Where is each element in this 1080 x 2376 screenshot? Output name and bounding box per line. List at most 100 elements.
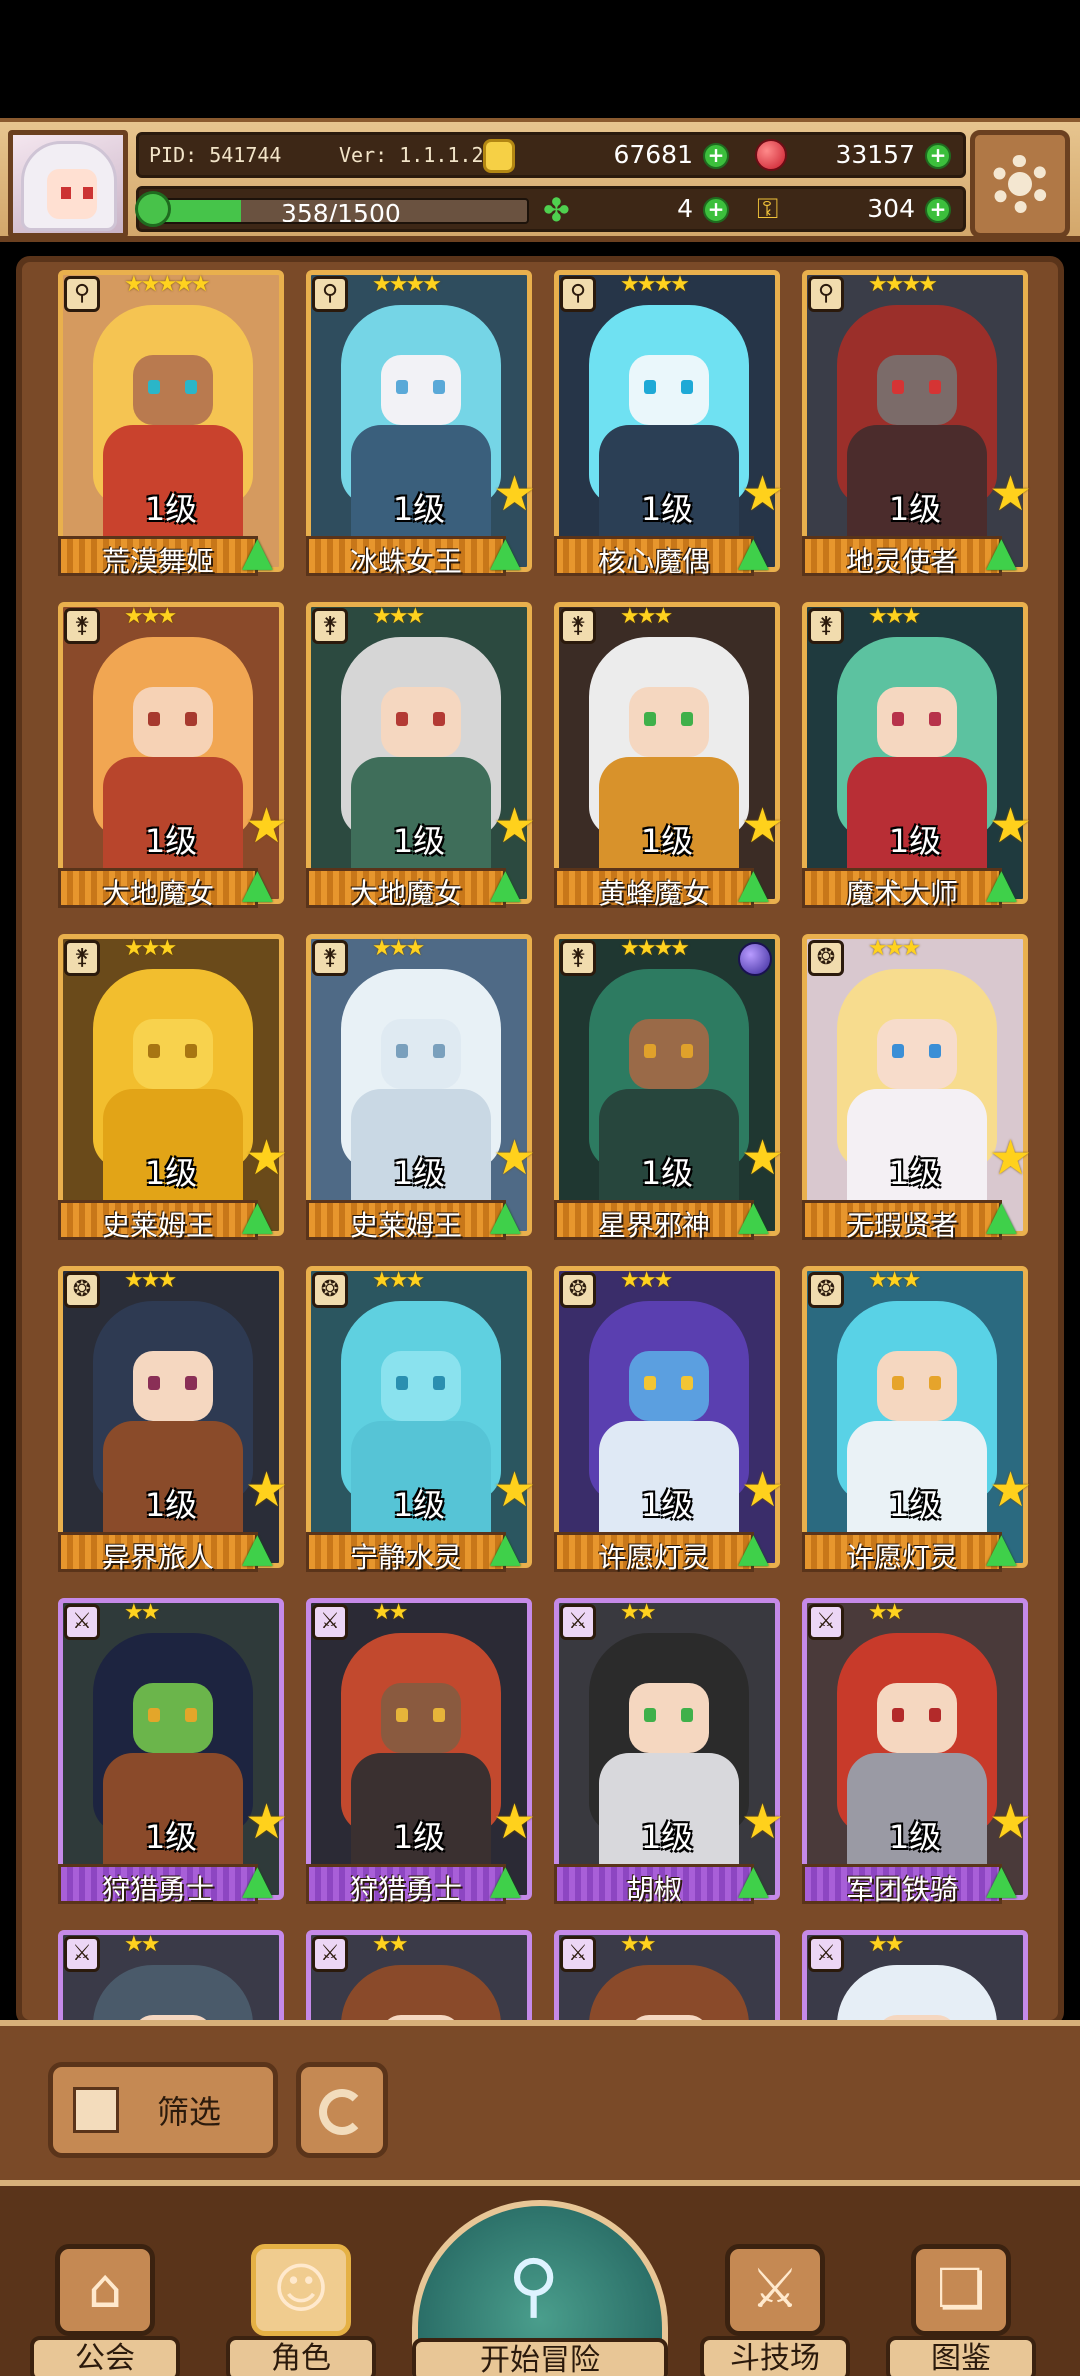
character-card[interactable]: ⚲ ★★★★ 1级 ★ 冰蛛女王 ▲ [306,270,536,580]
star-upgrade-icon: ★ [740,1794,784,1850]
character-card[interactable]: ⚵ ★★★ 1级 ★ 史莱姆王 ▲ [58,934,288,1244]
orb-icon: ❂ [64,1272,100,1308]
character-card[interactable]: ⚔ ★★ [554,1930,780,2020]
character-card[interactable]: ⚲ ★★★★ 1级 ★ 地灵使者 ▲ [802,270,1032,580]
star-upgrade-icon: ★ [492,466,536,522]
nav-character[interactable]: ☺ 角色 [226,2226,376,2376]
nav-guild-label: 公会 [30,2336,180,2376]
star-rating: ★★ [124,1932,160,1957]
character-card[interactable]: ⚔ ★★ 1级 ★ 狩猎勇士 ▲ [306,1598,536,1908]
character-name: 荒漠舞姬 [101,545,214,578]
add-gold-button[interactable]: + [703,143,729,169]
nav-arena[interactable]: ⚔ 斗技场 [700,2226,850,2376]
filter-bar: 筛选 [0,2020,1080,2180]
character-name-bar: 星界邪神 [554,1200,754,1242]
gold-amount: 67681 [613,140,693,169]
top-header: PID: 541744 Ver: 1.1.1.2 67681 + 33157 +… [0,118,1080,242]
player-avatar[interactable] [8,130,128,238]
character-name: 许愿灯灵 [845,1541,958,1574]
character-face-icon: ☺ [251,2244,351,2336]
star-upgrade-icon: ★ [740,466,784,522]
star-rating: ★★ [372,1932,408,1957]
refresh-icon [319,2089,365,2135]
experience-icon [135,191,171,227]
character-name: 狩猎勇士 [101,1873,214,1906]
nav-adventure[interactable]: ⚲ 开始冒险 [412,2200,668,2376]
star-rating: ★★ [620,1600,656,1625]
nav-guild[interactable]: ⌂ 公会 [30,2226,180,2376]
character-name-bar: 大地魔女 [306,868,506,910]
star-rating: ★★★ [372,604,425,629]
star-rating: ★★★★ [372,272,442,297]
character-card[interactable]: ⚔ ★★ 1级 ★ 狩猎勇士 ▲ [58,1598,288,1908]
resource-row-bottom: 358/1500 ✤ 4 + ⚿ 304 + [135,186,966,232]
character-card[interactable]: ❂ ★★★ 1级 ★ 许愿灯灵 ▲ [802,1266,1032,1576]
experience-text: 358/1500 [281,199,401,224]
magnifier-icon: ⚲ [508,2244,560,2326]
settings-button[interactable] [970,130,1070,238]
character-name: 宁静水灵 [349,1541,462,1574]
star-upgrade-icon: ★ [492,1794,536,1850]
wand-icon: ⚵ [560,608,596,644]
character-card[interactable]: ❂ ★★★ 1级 ★ 无瑕贤者 ▲ [802,934,1032,1244]
character-card[interactable]: ❂ ★★★ 1级 ★ 许愿灯灵 ▲ [554,1266,784,1576]
upgrade-arrow-icon: ▲ [738,1193,769,1239]
star-upgrade-icon: ★ [740,1130,784,1186]
upgrade-arrow-icon: ▲ [986,861,1017,907]
filter-label: 筛选 [157,2093,222,2131]
star-upgrade-icon: ★ [740,1462,784,1518]
element-orb-icon [738,942,772,976]
star-upgrade-icon: ★ [988,466,1032,522]
star-upgrade-icon: ★ [244,1794,288,1850]
character-card[interactable]: ⚵ ★★★ 1级 ★ 魔术大师 ▲ [802,602,1032,912]
character-card[interactable]: ⚔ ★★ [802,1930,1028,2020]
staff-icon: ⚲ [312,276,348,312]
character-card[interactable]: ⚲ ★★★★★ 1级 荒漠舞姬 ▲ [58,270,284,580]
filter-button[interactable]: 筛选 [48,2062,278,2158]
character-card[interactable]: ⚵ ★★★ 1级 ★ 史莱姆王 ▲ [306,934,536,1244]
character-name: 黄蜂魔女 [597,877,710,910]
sword-icon: ⚔ [808,1936,844,1972]
add-key-button[interactable]: + [925,197,951,223]
character-card[interactable]: ⚵ ★★★ 1级 ★ 大地魔女 ▲ [58,602,288,912]
character-name-bar: 胡椒 [554,1864,754,1906]
character-card[interactable]: ❂ ★★★ 1级 ★ 宁静水灵 ▲ [306,1266,536,1576]
player-id: PID: 541744 [149,143,282,167]
character-card[interactable]: ⚵ ★★★ 1级 ★ 黄蜂魔女 ▲ [554,602,784,912]
character-grid[interactable]: ⚲ ★★★★★ 1级 荒漠舞姬 ▲ ⚲ ★★★★ 1级 ★ 冰蛛女王 ▲ ⚲ ★★★★ 1级 ★ 核心魔偶 ▲ ⚲… [38,270,1048,2020]
book-icon: ❏ [911,2244,1011,2336]
star-upgrade-icon: ★ [988,1130,1032,1186]
add-clover-button[interactable]: + [703,197,729,223]
character-name-bar: 史莱姆王 [306,1200,506,1242]
sword-icon: ⚔ [64,1936,100,1972]
upgrade-arrow-icon: ▲ [242,1857,273,1903]
star-rating: ★★★ [124,936,177,961]
character-level: 1级 [144,490,198,528]
staff-icon: ⚲ [560,276,596,312]
character-card[interactable]: ⚔ ★★ [306,1930,532,2020]
reset-filter-button[interactable] [296,2062,388,2158]
sword-icon: ⚔ [560,1604,596,1640]
character-card[interactable]: ⚔ ★★ [58,1930,284,2020]
wand-icon: ⚵ [64,940,100,976]
character-name: 大地魔女 [349,877,462,910]
wand-icon: ⚵ [560,940,596,976]
gold-coin-icon [483,139,515,173]
character-name: 狩猎勇士 [349,1873,462,1906]
character-card[interactable]: ⚵ ★★★ 1级 ★ 大地魔女 ▲ [306,602,536,912]
sword-icon: ⚔ [312,1936,348,1972]
upgrade-arrow-icon: ▲ [986,1193,1017,1239]
nav-codex[interactable]: ❏ 图鉴 [886,2226,1036,2376]
add-gem-button[interactable]: + [925,143,951,169]
character-card[interactable]: ⚔ ★★ 1级 ★ 胡椒 ▲ [554,1598,784,1908]
star-rating: ★★★★ [868,272,938,297]
character-card[interactable]: ❂ ★★★ 1级 ★ 异界旅人 ▲ [58,1266,288,1576]
character-name-bar: 地灵使者 [802,536,1002,578]
character-card[interactable]: ⚲ ★★★★ 1级 ★ 核心魔偶 ▲ [554,270,784,580]
character-card[interactable]: ⚔ ★★ 1级 ★ 军团铁骑 ▲ [802,1598,1032,1908]
character-card[interactable]: ⚵ ★★★★ 1级 ★ 星界邪神 ▲ [554,934,784,1244]
resource-panel: PID: 541744 Ver: 1.1.1.2 67681 + 33157 +… [135,132,966,236]
clover-amount: 4 [677,194,693,223]
guild-house-icon: ⌂ [55,2244,155,2336]
nav-codex-label: 图鉴 [886,2336,1036,2376]
